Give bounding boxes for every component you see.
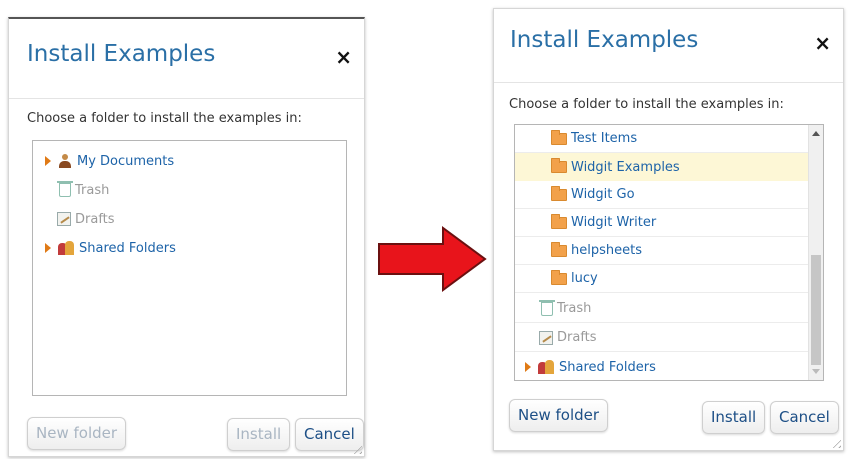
red-arrow-icon (378, 226, 487, 292)
divider (494, 82, 843, 83)
install-button[interactable]: Install (702, 401, 766, 434)
scroll-up-icon[interactable] (812, 131, 820, 136)
drafts-icon (539, 330, 553, 345)
folder-icon (551, 158, 567, 173)
new-folder-button[interactable]: New folder (27, 417, 127, 450)
tree-item-label: Drafts (75, 211, 115, 227)
tree-item-label: Widgit Go (571, 187, 635, 202)
shared-folders-icon (57, 240, 75, 256)
expand-arrow-icon[interactable] (45, 243, 51, 253)
folder-tree[interactable]: My Documents Trash Drafts Shared Folders (32, 140, 347, 396)
expand-arrow-icon[interactable] (45, 156, 51, 166)
person-icon (57, 153, 73, 169)
folder-icon (551, 269, 567, 285)
tree-item-label: My Documents (77, 153, 175, 169)
shared-folders-icon (537, 359, 555, 375)
tree-item-label: lucy (571, 271, 598, 286)
tree-item-drafts: Drafts (515, 324, 808, 352)
close-icon[interactable]: × (335, 45, 352, 69)
resize-grip-icon[interactable] (829, 436, 841, 448)
folder-icon (551, 129, 567, 145)
scroll-down-icon[interactable] (812, 369, 820, 374)
folder-prompt: Choose a folder to install the examples … (509, 97, 784, 112)
cancel-button[interactable]: Cancel (770, 401, 839, 434)
scroll-thumb[interactable] (811, 255, 821, 365)
install-button[interactable]: Install (227, 418, 291, 451)
tree-item-drafts: Drafts (33, 205, 346, 233)
tree-item-trash: Trash (33, 176, 346, 204)
dialog-title: Install Examples (27, 41, 216, 67)
folder-tree[interactable]: Test Items Widgit Examples Widgit Go Wid… (514, 124, 824, 381)
install-examples-dialog-before: Install Examples × Choose a folder to in… (8, 17, 365, 457)
tree-item-widgit-writer[interactable]: Widgit Writer (515, 209, 808, 237)
close-icon[interactable]: × (814, 31, 831, 55)
tree-item-label: Widgit Writer (571, 215, 657, 230)
divider (9, 98, 364, 99)
tree-item-label: Drafts (557, 330, 597, 345)
tree-item-label: helpsheets (571, 243, 642, 258)
tree-item-shared-folders[interactable]: Shared Folders (515, 353, 808, 380)
tree-item-label: Trash (75, 182, 110, 198)
install-examples-dialog-after: Install Examples × Choose a folder to in… (493, 8, 844, 451)
tree-item-label: Shared Folders (559, 359, 656, 375)
tree-item-trash: Trash (515, 295, 808, 323)
tree-item-widgit-examples[interactable]: Widgit Examples (515, 153, 808, 181)
dialog-title: Install Examples (510, 27, 699, 53)
tree-item-helpsheets[interactable]: helpsheets (515, 237, 808, 265)
folder-icon (551, 185, 567, 201)
expand-arrow-icon[interactable] (525, 362, 531, 372)
tree-item-lucy[interactable]: lucy (515, 265, 808, 293)
tree-scrollbar[interactable] (808, 125, 823, 380)
tree-item-shared-folders[interactable]: Shared Folders (33, 234, 346, 262)
tree-item-label: Shared Folders (79, 240, 176, 256)
tree-item-label: Test Items (571, 131, 638, 146)
drafts-icon (57, 212, 71, 226)
folder-prompt: Choose a folder to install the examples … (27, 111, 302, 126)
tree-item-test-items[interactable]: Test Items (515, 125, 808, 153)
tree-item-label: Widgit Examples (571, 159, 680, 175)
folder-icon (551, 241, 567, 257)
new-folder-button[interactable]: New folder (509, 399, 609, 432)
folder-icon (551, 213, 567, 229)
tree-item-label: Trash (557, 301, 592, 316)
trash-icon (57, 181, 73, 197)
tree-item-widgit-go[interactable]: Widgit Go (515, 181, 808, 209)
cancel-button[interactable]: Cancel (295, 418, 364, 451)
tree-item-my-documents[interactable]: My Documents (33, 147, 346, 175)
trash-icon (539, 299, 555, 316)
